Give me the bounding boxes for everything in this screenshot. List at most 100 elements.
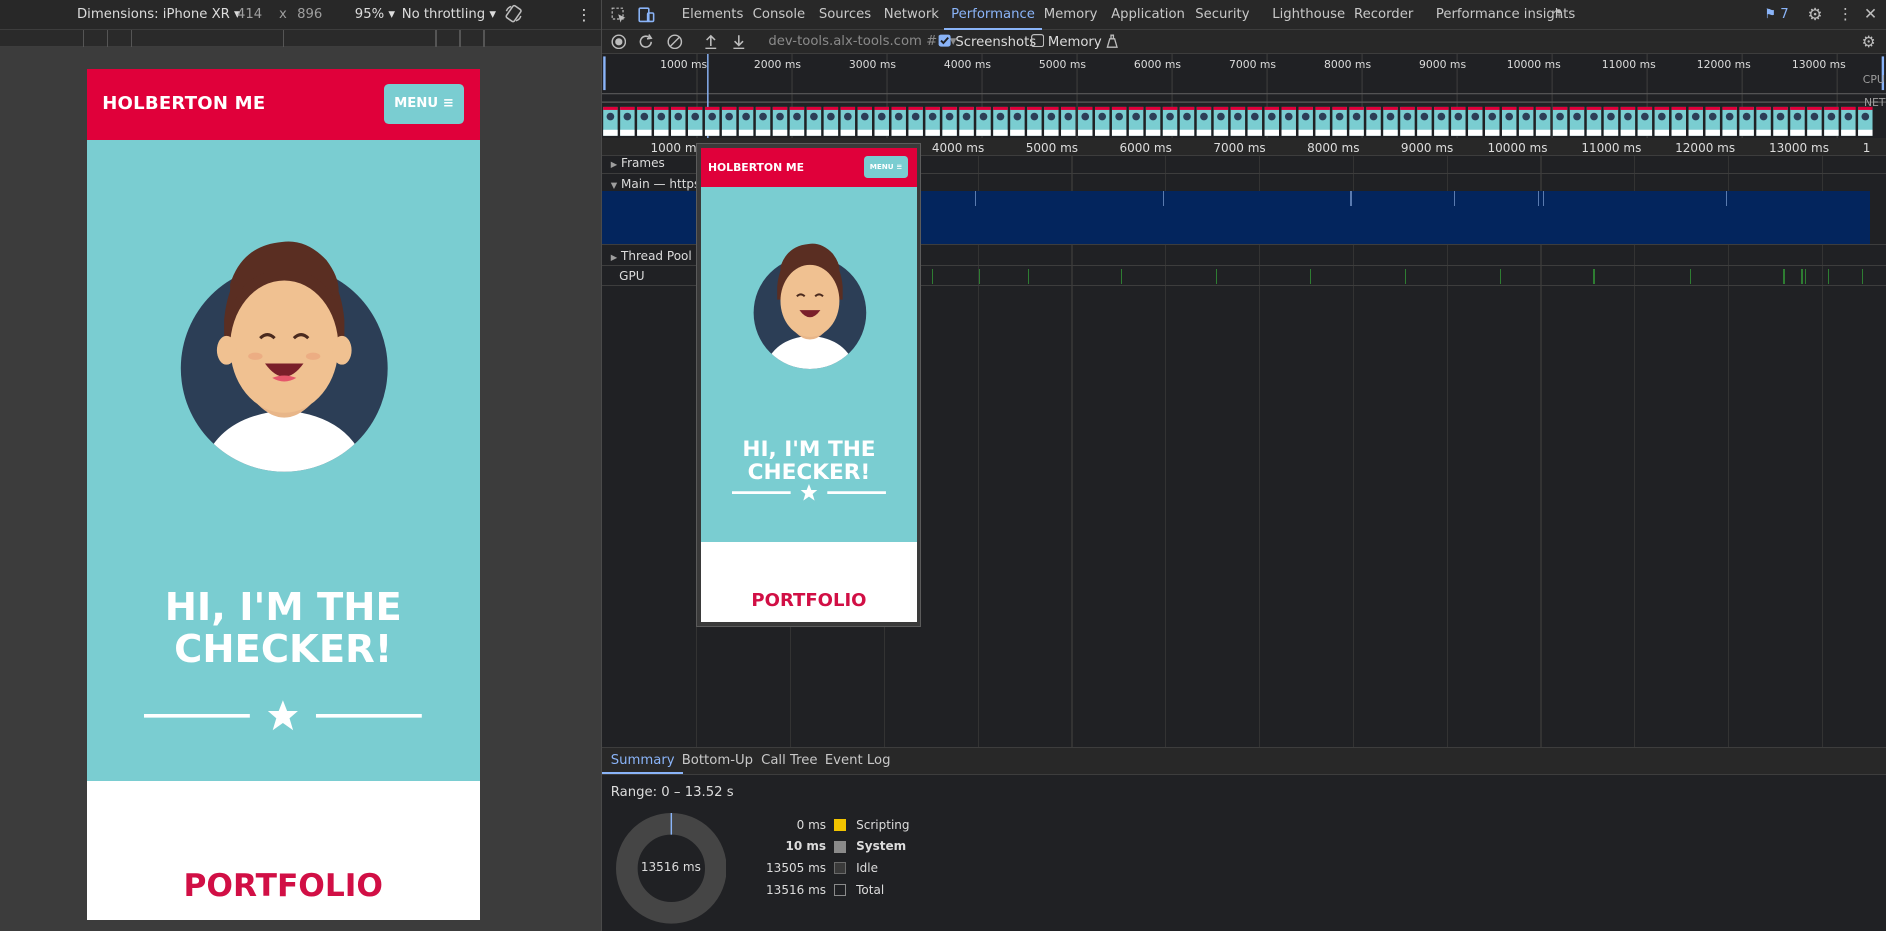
screenshot-thumbnail-header <box>1044 107 1059 111</box>
preview-menu-button: MENU ≡ <box>864 156 908 178</box>
clear-icon[interactable] <box>667 34 683 53</box>
screenshot-thumbnail-footer <box>1366 129 1382 136</box>
capture-settings-gear-icon[interactable]: ⚙ <box>1862 33 1876 50</box>
screenshot-thumbnail-header <box>603 107 618 111</box>
legend-ms: 0 ms <box>796 817 827 832</box>
screenshot-thumbnail-footer <box>1451 129 1466 136</box>
tab-bottom-up[interactable]: Bottom-Up <box>682 748 753 774</box>
screenshot-thumbnail-header <box>773 107 788 111</box>
screenshot-thumbnail-footer <box>1502 129 1517 136</box>
rotate-icon[interactable] <box>504 4 523 27</box>
flame-tick: 13000 ms <box>1768 140 1829 155</box>
screenshot-thumbnail-footer <box>654 129 669 136</box>
tab-summary[interactable]: Summary <box>602 748 684 775</box>
frames-track[interactable]: ▶ Frames <box>611 156 665 170</box>
screenshot-thumbnail-footer <box>1027 129 1042 136</box>
tab-application[interactable]: Application <box>1111 0 1185 30</box>
device-select[interactable]: Dimensions: iPhone XR ▾ <box>77 7 241 22</box>
screenshot-thumbnail-footer <box>1163 129 1178 136</box>
screenshot-thumbnail-footer <box>840 129 856 136</box>
preview-site-header: HOLBERTON ME MENU ≡ <box>700 147 918 188</box>
screenshot-thumbnail-avatar <box>1505 112 1514 121</box>
screenshot-thumbnail-header <box>942 107 958 111</box>
tab-sources[interactable]: Sources <box>819 0 871 30</box>
tab-recorder[interactable]: Recorder <box>1354 0 1413 30</box>
tab-network[interactable]: Network <box>884 0 939 30</box>
more-options-icon[interactable]: ⋮ <box>1838 6 1854 22</box>
inspect-element-icon[interactable] <box>611 7 627 26</box>
menu-button[interactable]: MENU ≡ <box>383 84 465 124</box>
screenshots-checkbox[interactable]: Screenshots <box>938 34 1036 50</box>
screenshot-thumbnail-avatar <box>1353 112 1361 121</box>
more-options-icon[interactable]: ⋮ <box>576 5 592 24</box>
frames-label: Frames <box>621 156 665 171</box>
screenshot-thumbnail-avatar <box>1658 112 1667 121</box>
site-brand[interactable]: HOLBERTON ME <box>102 93 265 114</box>
screenshot-thumbnail-footer <box>1553 129 1568 136</box>
screenshot-thumbnail-header <box>1621 107 1636 111</box>
hero-title-line2: CHECKER! <box>174 626 393 672</box>
screenshot-thumbnail-header <box>1739 107 1755 111</box>
screenshot-thumbnail-header <box>976 107 992 111</box>
screenshot-thumbnail-footer <box>1756 129 1772 136</box>
screenshot-thumbnail-footer <box>1112 129 1127 136</box>
screenshot-thumbnail-avatar <box>1709 112 1717 121</box>
legend-row-scripting: 0 ms Scripting <box>747 818 910 835</box>
screenshot-thumbnail-footer <box>908 129 924 136</box>
screenshot-thumbnail-header <box>1010 107 1025 111</box>
legend-ms: 10 ms <box>785 839 827 854</box>
screenshot-thumbnail-footer <box>1180 129 1195 136</box>
issues-badge[interactable]: ⚑ 7 <box>1764 0 1788 30</box>
tab-memory[interactable]: Memory <box>1044 0 1098 30</box>
screenshot-thumbnail-footer <box>824 129 839 136</box>
record-icon[interactable] <box>611 34 627 53</box>
timeline-overview[interactable]: CPU NET 1000 ms 2000 ms 3000 ms 4000 ms … <box>602 54 1886 139</box>
upload-icon[interactable] <box>703 34 719 53</box>
recording-select[interactable]: dev-tools.alx-tools.com #1 ▾ <box>768 34 956 49</box>
memory-checkbox[interactable]: Memory <box>1030 33 1102 50</box>
screenshot-thumbnail-avatar <box>1234 112 1243 121</box>
screenshot-thumbnail-footer <box>671 129 686 136</box>
screenshot-preview: HOLBERTON ME MENU ≡ HI, I'M THE CHECKER!… <box>696 143 922 627</box>
tab-performance[interactable]: Performance <box>943 0 1043 31</box>
tab-console[interactable]: Console <box>753 0 805 30</box>
screenshot-thumbnail-avatar <box>1726 112 1734 121</box>
garbage-collect-icon[interactable] <box>1105 34 1119 52</box>
screenshot-thumbnail-avatar <box>1590 112 1599 121</box>
download-icon[interactable] <box>731 34 747 53</box>
caret-right-icon: ▶ <box>610 159 618 170</box>
flame-tick: 5000 ms <box>1025 140 1079 155</box>
screenshot-thumbnail-footer <box>1095 129 1110 136</box>
device-toggle-icon[interactable] <box>638 7 655 26</box>
tab-elements[interactable]: Elements <box>682 0 744 30</box>
height-input[interactable]: 896 <box>297 7 322 22</box>
width-input[interactable]: 414 <box>237 7 262 22</box>
tab-security[interactable]: Security <box>1195 0 1249 30</box>
screenshot-thumbnail-footer <box>1146 129 1161 136</box>
screenshot-thumbnail-avatar <box>1743 112 1751 121</box>
preview-hero: HI, I'M THE CHECKER! <box>700 187 918 543</box>
close-icon[interactable]: ✕ <box>1864 6 1877 22</box>
screenshot-thumbnail-header <box>925 107 941 111</box>
screenshot-thumbnail-avatar <box>623 112 632 121</box>
tab-lighthouse[interactable]: Lighthouse <box>1272 0 1345 30</box>
screenshot-thumbnail-header <box>739 107 754 111</box>
reload-icon[interactable] <box>638 33 654 53</box>
screenshot-thumbnail-header <box>857 107 873 111</box>
tab-event-log[interactable]: Event Log <box>825 748 891 774</box>
screenshot-thumbnail-header <box>1604 107 1619 111</box>
details-tab-bar: Summary Bottom-Up Call Tree Event Log <box>602 746 1886 775</box>
screenshot-thumbnail-footer <box>773 129 788 136</box>
throttling-select[interactable]: No throttling ▾ <box>402 7 496 22</box>
tab-call-tree[interactable]: Call Tree <box>761 748 817 774</box>
screenshot-thumbnail-header <box>1027 107 1042 111</box>
thread-pool-label: Thread Pool <box>621 248 692 263</box>
screenshot-thumbnail-footer <box>1739 129 1755 136</box>
screenshot-thumbnail-header <box>1570 107 1585 111</box>
screenshot-thumbnail-avatar <box>725 112 734 121</box>
gear-icon[interactable]: ⚙ <box>1807 6 1822 23</box>
thread-pool-track[interactable]: ▶ Thread Pool <box>611 249 692 263</box>
zoom-select[interactable]: 95% ▾ <box>355 7 395 22</box>
screenshot-thumbnail-footer <box>1417 129 1432 136</box>
screenshot-thumbnail-avatar <box>810 112 819 121</box>
